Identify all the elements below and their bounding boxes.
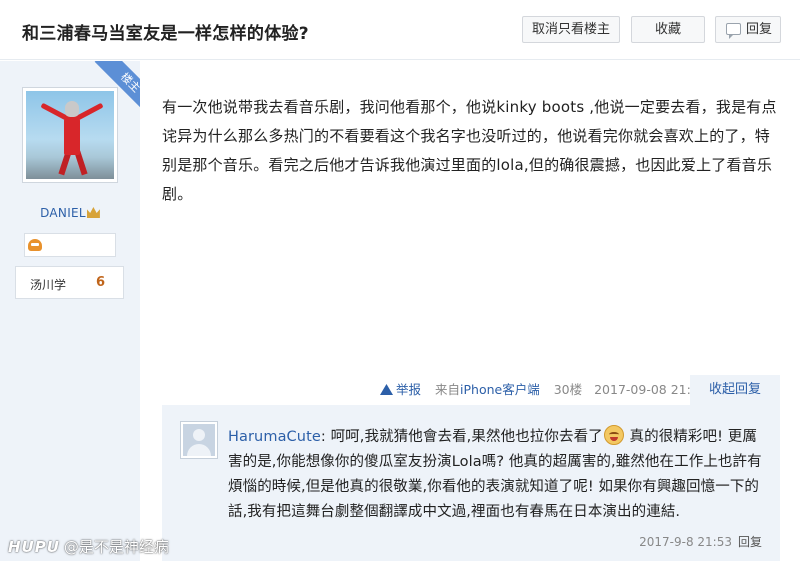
source-prefix: 来自 — [435, 382, 461, 397]
author-team-box[interactable]: 汤川学 6 — [15, 266, 124, 299]
reply-to-comment-link[interactable]: 回复 — [738, 535, 762, 549]
reply-body: HarumaCute: 呵呵,我就猜他會去看,果然他也拉你去看了 真的很精彩吧!… — [228, 425, 766, 525]
author-badge-box — [24, 233, 116, 257]
favorite-button[interactable]: 收藏 — [631, 16, 705, 43]
floor-number: 30楼 — [553, 382, 583, 397]
ultraman-avatar-image — [26, 91, 114, 179]
author-username[interactable]: DANIEL — [0, 206, 140, 220]
only-author-toggle-button[interactable]: 取消只看楼主 — [522, 16, 620, 43]
source-client-link[interactable]: iPhone客户端 — [460, 382, 540, 397]
author-avatar[interactable] — [22, 87, 118, 183]
reply-meta: 2017-9-8 21:53 回复 — [639, 533, 762, 550]
watermark-brand: HUPU — [8, 538, 60, 556]
warning-icon — [380, 384, 393, 395]
report-link[interactable]: 举报 — [380, 382, 421, 397]
watermark: HUPU @是不是神经病 — [8, 536, 169, 557]
author-username-text: DANIEL — [40, 206, 86, 220]
watermark-handle: @是不是神经病 — [63, 538, 169, 556]
laughing-emoji-icon — [603, 425, 624, 445]
page-title: 和三浦春马当室友是一样怎样的体验? — [22, 24, 309, 44]
post-meta: 举报 来自iPhone客户端 30楼 2017-09-08 21:36 — [380, 379, 707, 401]
post-body: 有一次他说带我去看音乐剧，我问他看那个，他说kinky boots ,他说一定要… — [162, 98, 777, 203]
collapse-replies-button[interactable]: 收起回复 — [690, 375, 780, 405]
team-name: 汤川学 — [30, 278, 67, 292]
reply-timestamp: 2017-9-8 21:53 — [639, 535, 732, 549]
page-header: 和三浦春马当室友是一样怎样的体验? 取消只看楼主 收藏 回复 — [0, 0, 800, 60]
reply-icon — [726, 23, 741, 39]
reply-button[interactable]: 回复 — [715, 16, 781, 43]
post-source: 来自iPhone客户端 — [435, 382, 540, 397]
team-count: 6 — [95, 275, 105, 290]
fan-badge-icon — [28, 239, 42, 251]
reply-username[interactable]: HarumaCute — [228, 429, 321, 445]
default-avatar-icon — [183, 424, 215, 456]
crown-icon — [86, 207, 100, 218]
quoted-reply: HarumaCute: 呵呵,我就猜他會去看,果然他也拉你去看了 真的很精彩吧!… — [162, 405, 780, 561]
report-label: 举报 — [396, 382, 422, 397]
reply-avatar[interactable] — [180, 421, 218, 459]
reply-button-label: 回复 — [746, 22, 773, 37]
reply-text-part1: : 呵呵,我就猜他會去看,果然他也拉你去看了 — [320, 429, 603, 445]
